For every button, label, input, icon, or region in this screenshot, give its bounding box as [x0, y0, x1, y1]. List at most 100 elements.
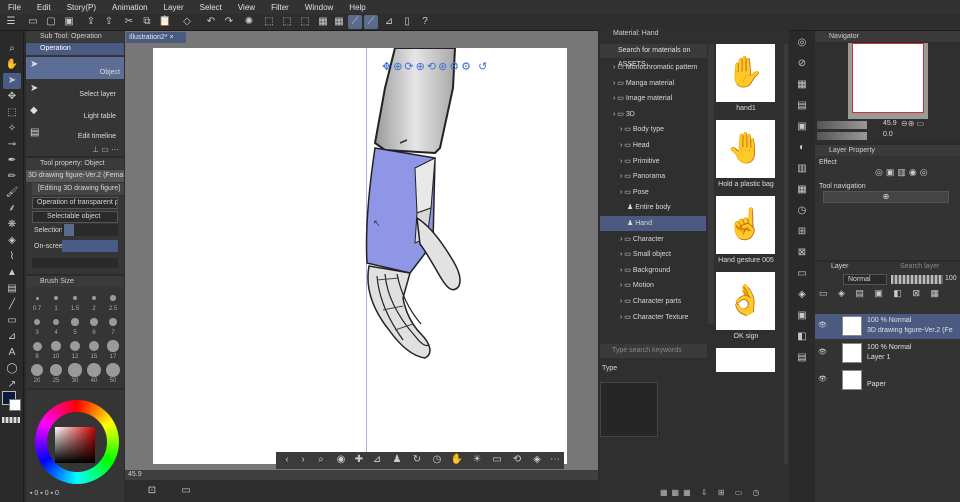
menu-file[interactable]: File [0, 3, 29, 12]
hand-setup-icon[interactable]: ✋ [450, 453, 464, 467]
zoom-readout[interactable]: 45.9 [128, 471, 142, 478]
copy-icon[interactable]: ⧉ [140, 15, 154, 29]
panel-toggle-icon[interactable]: ⊠ [793, 245, 811, 261]
material-tree-item[interactable]: › ▭ Pose [600, 185, 706, 200]
panel-toggle-icon[interactable]: ◎ [793, 35, 811, 51]
panel-toggle-icon[interactable]: ◷ [793, 203, 811, 219]
select-all-icon[interactable]: ⬚ [298, 15, 312, 29]
blend-mode-dropdown[interactable]: Normal [843, 274, 887, 285]
pencil-tool-icon[interactable]: ✏ [3, 169, 21, 185]
toggle-panel-icon[interactable]: ▭ [179, 484, 193, 498]
rotate-icon[interactable]: ↻ [410, 453, 424, 467]
balloon-icon[interactable]: ◯ [3, 361, 21, 377]
type-filter-box[interactable] [600, 382, 658, 437]
fit-screen-icon[interactable]: ⊡ [145, 484, 159, 498]
eraser-icon[interactable]: ◈ [3, 233, 21, 249]
next-arrow-icon[interactable]: › [296, 453, 310, 467]
layer-tab[interactable]: Layer [831, 263, 849, 270]
help-icon[interactable]: ? [418, 15, 432, 29]
brush-size-option[interactable]: 15 [85, 338, 103, 360]
opacity-value[interactable]: 100 [945, 275, 957, 282]
redo-icon[interactable]: ↷ [222, 15, 236, 29]
material-tree-item[interactable]: › ▭ Panorama [600, 169, 706, 184]
ruler-icon[interactable]: ⊿ [3, 329, 21, 345]
panel-toggle-icon[interactable]: ◈ [793, 287, 811, 303]
brush-size-option[interactable]: 2.5 [104, 290, 122, 312]
thumb-scrollbar[interactable] [784, 44, 788, 464]
sub-tool-footer-icons[interactable]: ⊥ ▭ ⋯ [92, 145, 119, 154]
brush-size-option[interactable]: 7 [104, 314, 122, 336]
brush-size-option[interactable]: 40 [85, 362, 103, 384]
undo-icon[interactable]: ↶ [204, 15, 218, 29]
zoom-tool-icon[interactable]: ⌕ [3, 41, 21, 57]
sub-tool-group-tab[interactable]: Operation [26, 43, 124, 55]
panel-toggle-icon[interactable]: ⊞ [793, 224, 811, 240]
panel-toggle-icon[interactable]: ▦ [793, 182, 811, 198]
menu-view[interactable]: View [230, 3, 263, 12]
zoom-slider[interactable] [817, 121, 867, 129]
invert-selection-icon[interactable]: ⬚ [280, 15, 294, 29]
brush-size-option[interactable]: 5 [66, 314, 84, 336]
menu-animation[interactable]: Animation [104, 3, 156, 12]
grid-snap-icon[interactable]: ⊿ [382, 15, 396, 29]
brush-size-option[interactable]: 17 [104, 338, 122, 360]
cut-icon[interactable]: ✂ [122, 15, 136, 29]
more-icon[interactable]: ⋯ [548, 453, 562, 467]
hand-tool-icon[interactable]: ✋ [3, 57, 21, 73]
brush-size-option[interactable]: 8 [28, 338, 46, 360]
blend-tool-icon[interactable]: ⌇ [3, 249, 21, 265]
material-tree-item[interactable]: › ▭ Character [600, 232, 706, 247]
material-tree-item[interactable]: › ▭ Body type [600, 122, 706, 137]
rotate-slider[interactable] [817, 132, 867, 140]
panel-toggle-icon[interactable]: ▣ [793, 308, 811, 324]
brush-size-option[interactable]: 10 [47, 338, 65, 360]
menu-select[interactable]: Select [192, 3, 230, 12]
sub-tool-edit-timeline[interactable]: ▤ Edit timeline [26, 125, 124, 143]
menu-toggle-icon[interactable]: ☰ [4, 15, 18, 29]
menu-window[interactable]: Window [297, 3, 341, 12]
brush-size-option[interactable]: 30 [66, 362, 84, 384]
deselect-icon[interactable]: ⬚ [262, 15, 276, 29]
hand-pose-thumbnail[interactable]: ✋ [716, 44, 775, 102]
fill-tool-icon[interactable]: ▲ [3, 265, 21, 281]
visibility-eye-icon[interactable]: 👁 [818, 321, 827, 329]
sub-color-swatch[interactable] [9, 399, 21, 411]
lock-icon[interactable]: ▭ [490, 453, 504, 467]
close-tab-icon[interactable]: × [169, 34, 173, 41]
material-tree-item[interactable]: › ▭ Character Texture [600, 310, 706, 325]
prev-arrow-icon[interactable]: ‹ [280, 453, 294, 467]
export-icon[interactable]: ⇪ [84, 15, 98, 29]
material-tree-item[interactable]: › ▭ Primitive [600, 154, 706, 169]
paste-icon[interactable]: 📋 [158, 15, 172, 29]
panel-toggle-icon[interactable]: ◧ [793, 329, 811, 345]
pose-icon[interactable]: ✚ [352, 453, 366, 467]
sub-tool-object[interactable]: ➤ Object [26, 57, 124, 79]
hand-pose-thumbnail[interactable] [716, 348, 775, 372]
visibility-eye-icon[interactable]: 👁 [818, 375, 827, 383]
selectable-object-dropdown[interactable]: Selectable object [32, 211, 118, 223]
assets-search-button[interactable]: Search for materials on ASSETS [600, 44, 707, 68]
layer-toolbar-icons[interactable]: ▭ ◈ ▤ ▣ ◧ ⊠ ▦ [819, 288, 943, 299]
panel-toggle-icon[interactable]: ▦ [793, 77, 811, 93]
material-tree-item[interactable]: › ▭ Background [600, 263, 706, 278]
menu-layer[interactable]: Layer [156, 3, 192, 12]
reset-icon[interactable]: ⟲ [510, 453, 524, 467]
selection-mode-icons[interactable] [62, 224, 118, 236]
eyedropper-icon[interactable]: ⊸ [3, 137, 21, 153]
brush-size-option[interactable]: 4 [47, 314, 65, 336]
tool-navigation-button[interactable]: ⊕ [823, 191, 949, 203]
navigator-preview[interactable] [848, 43, 928, 119]
saturation-value-square[interactable] [55, 427, 95, 463]
material-tree-item[interactable]: ♟ Hand [600, 216, 706, 231]
crop-icon[interactable]: ▦ [332, 15, 346, 29]
brush-size-option[interactable]: 50 [104, 362, 122, 384]
menu-help[interactable]: Help [341, 3, 373, 12]
material-tree-item[interactable]: › ▭ 3D [600, 107, 706, 122]
brush-size-option[interactable]: 1.5 [66, 290, 84, 312]
brush-size-option[interactable]: 2 [85, 290, 103, 312]
brush-size-option[interactable]: 25 [47, 362, 65, 384]
material-tree-item[interactable]: ♟ Entire body [600, 200, 706, 215]
panel-toggle-icon[interactable]: ◐ [793, 140, 811, 156]
fill-icon[interactable]: ▦ [316, 15, 330, 29]
panel-toggle-icon[interactable]: ▣ [793, 119, 811, 135]
